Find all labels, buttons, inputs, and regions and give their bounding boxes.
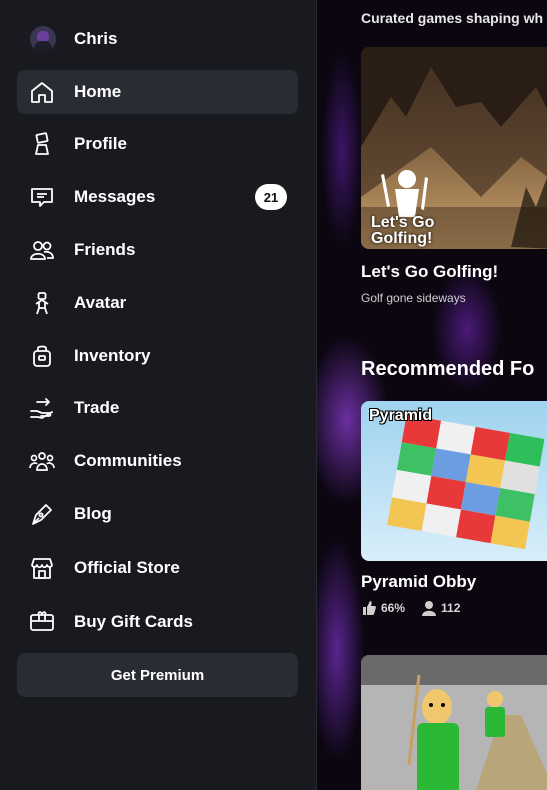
trade-icon xyxy=(29,395,55,421)
messages-icon xyxy=(29,184,55,210)
game-thumbnail-next[interactable] xyxy=(361,655,547,790)
sidebar-item-label: Official Store xyxy=(74,558,180,577)
avatar-icon xyxy=(29,290,55,316)
communities-icon xyxy=(29,448,55,474)
main-content: Curated games shaping wh Let's Go Golfin… xyxy=(317,0,547,790)
thumbs-up-icon xyxy=(363,601,376,615)
sidebar-item-home[interactable]: Home xyxy=(17,70,298,114)
players-icon xyxy=(422,601,437,616)
sidebar-item-label: Home xyxy=(74,82,122,101)
sidebar-item-label: Blog xyxy=(74,504,112,523)
recommended-heading[interactable]: Recommended Fo xyxy=(361,358,534,381)
game-subtitle: Golf gone sideways xyxy=(361,291,466,305)
game-thumbnail-lets-go-golfing[interactable]: Let's Go Golfing! xyxy=(361,47,547,249)
home-icon xyxy=(29,79,55,105)
game-title[interactable]: Pyramid Obby xyxy=(361,572,476,592)
sidebar-item-label: Communities xyxy=(74,451,182,470)
sidebar: Chris Home Profile Messages 21 Friends A… xyxy=(0,0,317,790)
sidebar-item-label: Messages xyxy=(74,187,156,206)
sidebar-item-communities[interactable]: Communities xyxy=(17,439,298,483)
user-name[interactable]: Chris xyxy=(74,29,117,49)
sidebar-item-label: Profile xyxy=(74,134,127,153)
thumbnail-caption: Let's Go Golfing! xyxy=(371,214,435,247)
sidebar-item-label: Inventory xyxy=(74,346,151,365)
get-premium-button[interactable]: Get Premium xyxy=(17,653,298,697)
sidebar-item-label: Friends xyxy=(74,240,136,259)
game-thumbnail-pyramid-obby[interactable]: Pyramid xyxy=(361,401,547,561)
gift-card-icon xyxy=(29,609,55,635)
inventory-icon xyxy=(29,343,55,369)
sidebar-item-label: Trade xyxy=(74,398,120,417)
sidebar-item-buy-gift-cards[interactable]: Buy Gift Cards xyxy=(17,600,298,644)
game-title[interactable]: Let's Go Golfing! xyxy=(361,262,498,282)
players-count: 112 xyxy=(441,601,461,615)
profile-icon xyxy=(29,131,55,157)
sidebar-item-label: Buy Gift Cards xyxy=(74,612,194,631)
thumbnail-caption: Pyramid xyxy=(369,407,433,424)
sidebar-item-avatar[interactable]: Avatar xyxy=(17,281,298,325)
rating-value: 66% xyxy=(381,601,406,615)
sidebar-item-messages[interactable]: Messages 21 xyxy=(17,175,298,219)
game-stats: 66% 112 xyxy=(361,600,460,616)
friends-icon xyxy=(29,237,55,263)
sidebar-item-official-store[interactable]: Official Store xyxy=(17,546,298,590)
messages-count-badge: 21 xyxy=(255,184,287,210)
pyramid-scene xyxy=(387,414,545,550)
sidebar-item-profile[interactable]: Profile xyxy=(17,122,298,166)
sidebar-item-label: Avatar xyxy=(74,293,127,312)
store-icon xyxy=(29,555,55,581)
sidebar-item-inventory[interactable]: Inventory xyxy=(17,334,298,378)
sidebar-user[interactable]: Chris xyxy=(30,26,117,52)
sidebar-item-trade[interactable]: Trade xyxy=(17,386,298,430)
blog-icon xyxy=(29,501,55,527)
avatar[interactable] xyxy=(30,26,56,52)
baldi-scene xyxy=(361,655,547,790)
sidebar-item-blog[interactable]: Blog xyxy=(17,492,298,536)
sidebar-item-friends[interactable]: Friends xyxy=(17,228,298,272)
curated-heading: Curated games shaping wh xyxy=(361,10,544,26)
